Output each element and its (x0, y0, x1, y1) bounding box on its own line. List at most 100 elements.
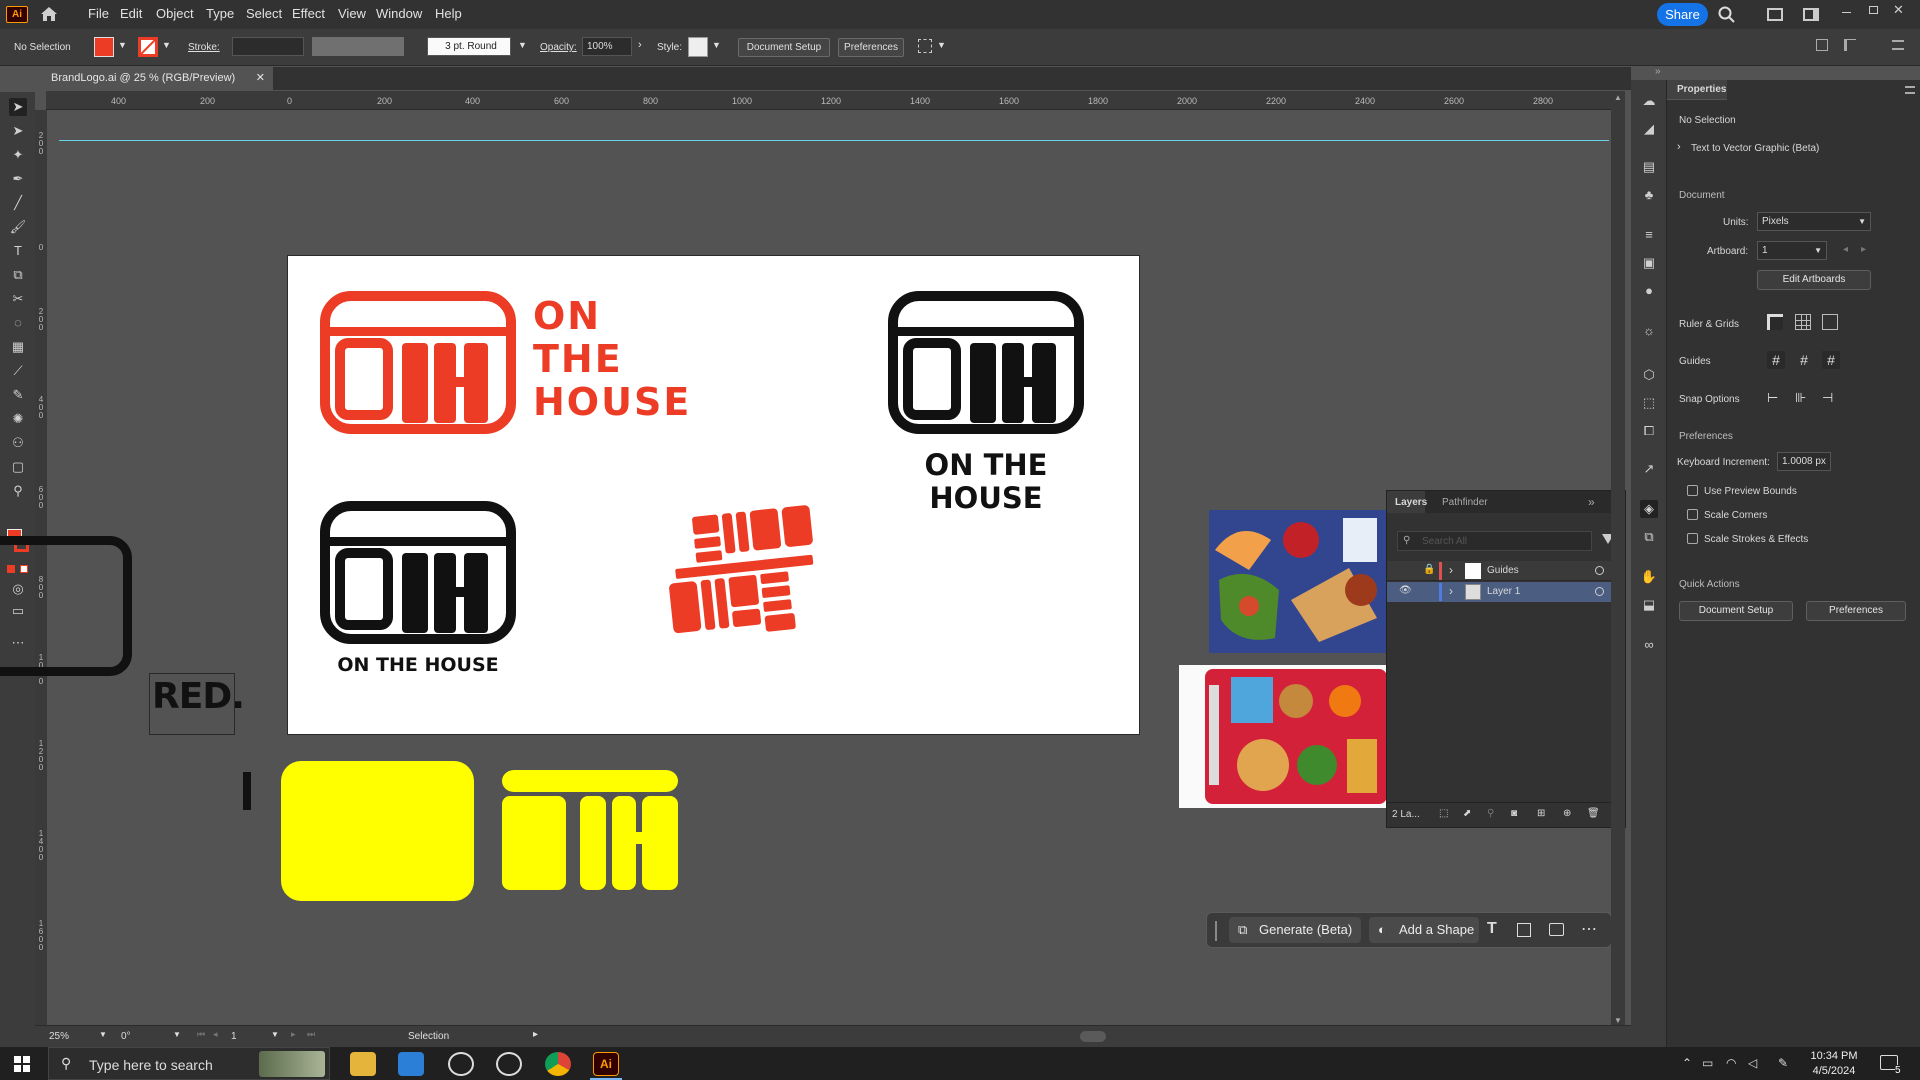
zoom-tool-icon[interactable]: ⚲ (9, 482, 27, 500)
direct-selection-tool-icon[interactable]: ➤ (9, 122, 27, 140)
chevron-right-icon[interactable]: › (1449, 584, 1453, 598)
scroll-down-icon[interactable]: ▼ (1614, 1016, 1622, 1025)
opacity-field[interactable]: 100% (582, 37, 632, 56)
add-shape-button[interactable]: ◐ Add a Shape (1369, 917, 1479, 943)
magic-wand-tool-icon[interactable]: ✦ (9, 146, 27, 164)
clipping-mask-icon[interactable]: ◙ (1511, 808, 1517, 819)
use-preview-bounds-checkbox[interactable] (1687, 485, 1698, 496)
logo-mark-black-stacked[interactable] (888, 291, 1084, 434)
workspace-icon[interactable] (1803, 8, 1819, 21)
previous-artboard-icon[interactable]: ◂ (1843, 244, 1848, 255)
partial-rounded-frame[interactable] (0, 536, 132, 676)
first-artboard-icon[interactable]: ⏮ (197, 1029, 205, 1040)
lasso-tool-icon[interactable]: ◌ (9, 314, 27, 332)
delete-layer-icon[interactable]: 🗑 (1587, 808, 1600, 819)
align-icon[interactable] (918, 39, 932, 53)
lock-icon[interactable]: 🔒 (1423, 564, 1435, 575)
snap-to-pixel-icon[interactable]: ⊪ (1795, 390, 1806, 406)
volume-icon[interactable]: ◁ (1748, 1056, 1757, 1070)
distribute-icon[interactable] (1844, 39, 1856, 51)
artboard[interactable]: ON THE HOUSE ON THE HOUSE ON THE HOUSE (287, 255, 1140, 735)
artboard-number-field[interactable]: 1 (227, 1028, 271, 1047)
scale-strokes-checkbox[interactable] (1687, 533, 1698, 544)
stroke-swatch[interactable] (138, 37, 158, 57)
target-icon[interactable] (1595, 587, 1604, 596)
pathfinder-tab[interactable]: Pathfinder (1442, 497, 1488, 508)
scale-corners-checkbox[interactable] (1687, 509, 1698, 520)
red-tag-artwork[interactable]: RED. (149, 673, 245, 735)
document-setup-button[interactable]: Document Setup (738, 38, 830, 57)
layer-row[interactable]: 🔒 › Guides (1387, 561, 1625, 581)
app-icon[interactable] (496, 1052, 522, 1076)
clock-time[interactable]: 10:34 PM (1810, 1050, 1858, 1062)
line-tool-icon[interactable]: ╱ (9, 194, 27, 212)
locate-object-icon[interactable]: ⚲ (1487, 808, 1494, 819)
chevron-down-icon[interactable]: ▼ (162, 40, 171, 50)
next-artboard-icon[interactable]: ▸ (1861, 244, 1866, 255)
pen-tool-icon[interactable]: ✒ (9, 170, 27, 188)
puppet-warp-tool-icon[interactable]: ✎ (9, 386, 27, 404)
battery-icon[interactable]: ▭ (1702, 1056, 1713, 1070)
layers-search-input[interactable]: ⚲ Search All (1397, 531, 1592, 551)
layer-row[interactable]: 👁 › Layer 1 (1387, 582, 1625, 602)
units-select[interactable]: Pixels ▼ (1757, 212, 1871, 231)
black-bar-shape[interactable] (243, 772, 251, 810)
illustrator-taskbar-icon[interactable]: Ai (593, 1052, 619, 1076)
eyedropper-tool-icon[interactable]: ⟋ (9, 362, 27, 380)
swatches-icon[interactable]: ◢ (1640, 120, 1658, 138)
new-sublayer-icon[interactable]: ⊞ (1537, 808, 1545, 819)
clock-date[interactable]: 4/5/2024 (1810, 1065, 1858, 1077)
logo-mark-red[interactable] (320, 291, 516, 434)
layer-name[interactable]: Layer 1 (1487, 586, 1520, 597)
symbol-sprayer-tool-icon[interactable]: ✺ (9, 410, 27, 428)
snap-to-point-icon[interactable]: ⊢ (1767, 390, 1778, 406)
collapse-panels-icon[interactable]: » (1655, 66, 1661, 77)
image-icon[interactable] (1549, 923, 1564, 936)
chevron-right-icon[interactable]: ▸ (533, 1029, 538, 1040)
horizontal-scroll-thumb[interactable] (1080, 1031, 1106, 1042)
text-to-vector-row[interactable]: › Text to Vector Graphic (Beta) (1677, 140, 1911, 158)
artboards-icon[interactable]: ⧉ (1640, 528, 1658, 546)
share-button[interactable]: Share (1657, 3, 1708, 26)
lock-guides-icon[interactable]: # (1795, 351, 1813, 369)
menu-window[interactable]: Window (376, 6, 422, 21)
properties-tab[interactable]: Properties (1667, 80, 1727, 100)
restore-icon[interactable] (1869, 6, 1878, 14)
menu-object[interactable]: Object (156, 6, 194, 21)
artboard-icon[interactable] (1517, 923, 1531, 937)
preferences-button[interactable]: Preferences (838, 38, 904, 57)
search-icon[interactable] (1718, 6, 1736, 24)
show-hidden-icons[interactable]: ⌃ (1682, 1056, 1692, 1070)
artboard-tool-icon[interactable]: ▢ (9, 458, 27, 476)
export-icon[interactable]: ↗ (1640, 460, 1658, 478)
taskbar-search-box[interactable]: ⚲ Type here to search (48, 1047, 330, 1080)
menu-file[interactable]: File (88, 6, 109, 21)
yellow-rounded-block[interactable] (281, 761, 474, 901)
artboard-select[interactable]: 1 ▼ (1757, 241, 1827, 260)
chevron-down-icon[interactable]: ▼ (99, 1030, 107, 1039)
logo-mark-black-inline[interactable] (320, 501, 516, 644)
menu-select[interactable]: Select (246, 6, 282, 21)
ruler-toggle-icon[interactable] (1767, 314, 1783, 330)
snap-to-glyph-icon[interactable]: ⊣ (1822, 390, 1833, 406)
selection-tool-icon[interactable]: ➤ (9, 98, 27, 116)
menu-icon[interactable] (1892, 40, 1904, 50)
app-icon[interactable] (448, 1052, 474, 1076)
windows-start-icon[interactable] (14, 1056, 30, 1072)
lunch-tray-photo-red[interactable] (1179, 665, 1387, 808)
chevron-right-icon[interactable]: › (1449, 563, 1453, 577)
generate-beta-button[interactable]: ⧉ Generate (Beta) (1229, 917, 1361, 943)
panel-menu-icon[interactable] (1905, 86, 1915, 94)
gradient-tool-icon[interactable]: ▦ (9, 338, 27, 356)
menu-view[interactable]: View (338, 6, 366, 21)
scissors-tool-icon[interactable]: ✂ (9, 290, 27, 308)
target-icon[interactable] (1595, 566, 1604, 575)
style-swatch[interactable] (688, 37, 708, 57)
menu-help[interactable]: Help (435, 6, 462, 21)
layers-icon[interactable]: ◈ (1640, 500, 1658, 518)
symbols-icon[interactable]: ♣ (1640, 186, 1658, 204)
expand-panel-icon[interactable]: » (1588, 495, 1595, 509)
collect-export-icon[interactable]: ⬚ (1439, 808, 1448, 819)
blend-tool-icon[interactable]: ⚇ (9, 434, 27, 452)
type-icon[interactable]: T (1487, 920, 1497, 938)
